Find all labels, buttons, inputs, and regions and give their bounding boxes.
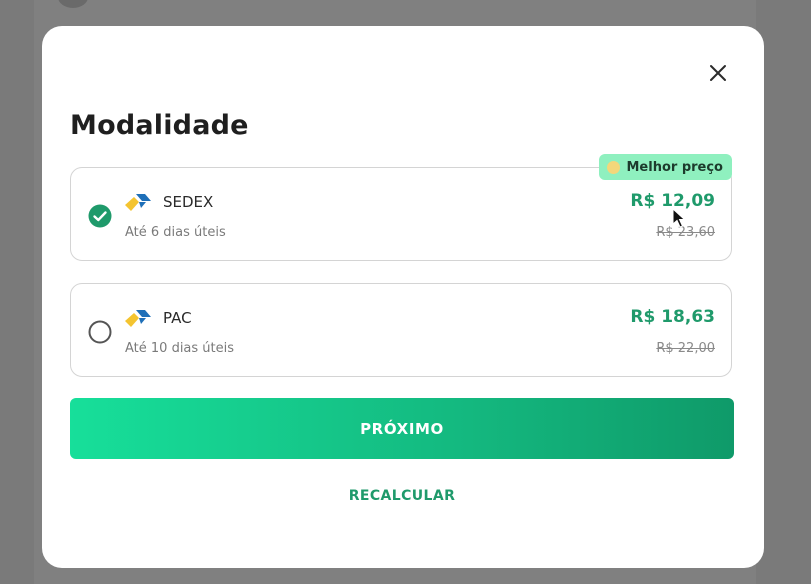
modal-title: Modalidade xyxy=(70,110,249,141)
best-price-badge: Melhor preço xyxy=(599,154,732,180)
carrier-name: PAC xyxy=(163,309,192,327)
original-price: R$ 22,00 xyxy=(656,341,715,356)
coin-icon xyxy=(607,160,621,174)
recalculate-link[interactable]: RECALCULAR xyxy=(70,488,734,504)
shipping-price: R$ 18,63 xyxy=(630,307,715,327)
delivery-time: Até 6 dias úteis xyxy=(125,225,226,240)
radio-unchecked-icon[interactable] xyxy=(88,320,112,344)
shipping-option-pac[interactable]: PAC Até 10 dias úteis R$ 18,63 R$ 22,00 xyxy=(70,283,732,377)
shipping-option-sedex[interactable]: Melhor preço SEDEX Até 6 dias úteis R$ 1… xyxy=(70,154,732,261)
correios-logo-icon xyxy=(125,310,151,327)
best-price-badge-label: Melhor preço xyxy=(626,159,723,175)
radio-checked-icon[interactable] xyxy=(88,204,112,228)
mouse-cursor-icon xyxy=(672,208,686,228)
delivery-time: Até 10 dias úteis xyxy=(125,341,235,356)
close-icon xyxy=(710,65,726,81)
correios-logo-icon xyxy=(125,194,151,211)
close-button[interactable] xyxy=(704,59,732,87)
shipping-modal: Modalidade Melhor preço SEDEX Até 6 dias… xyxy=(42,26,764,568)
carrier-name: SEDEX xyxy=(163,193,214,211)
next-button[interactable]: PRÓXIMO xyxy=(70,398,734,459)
